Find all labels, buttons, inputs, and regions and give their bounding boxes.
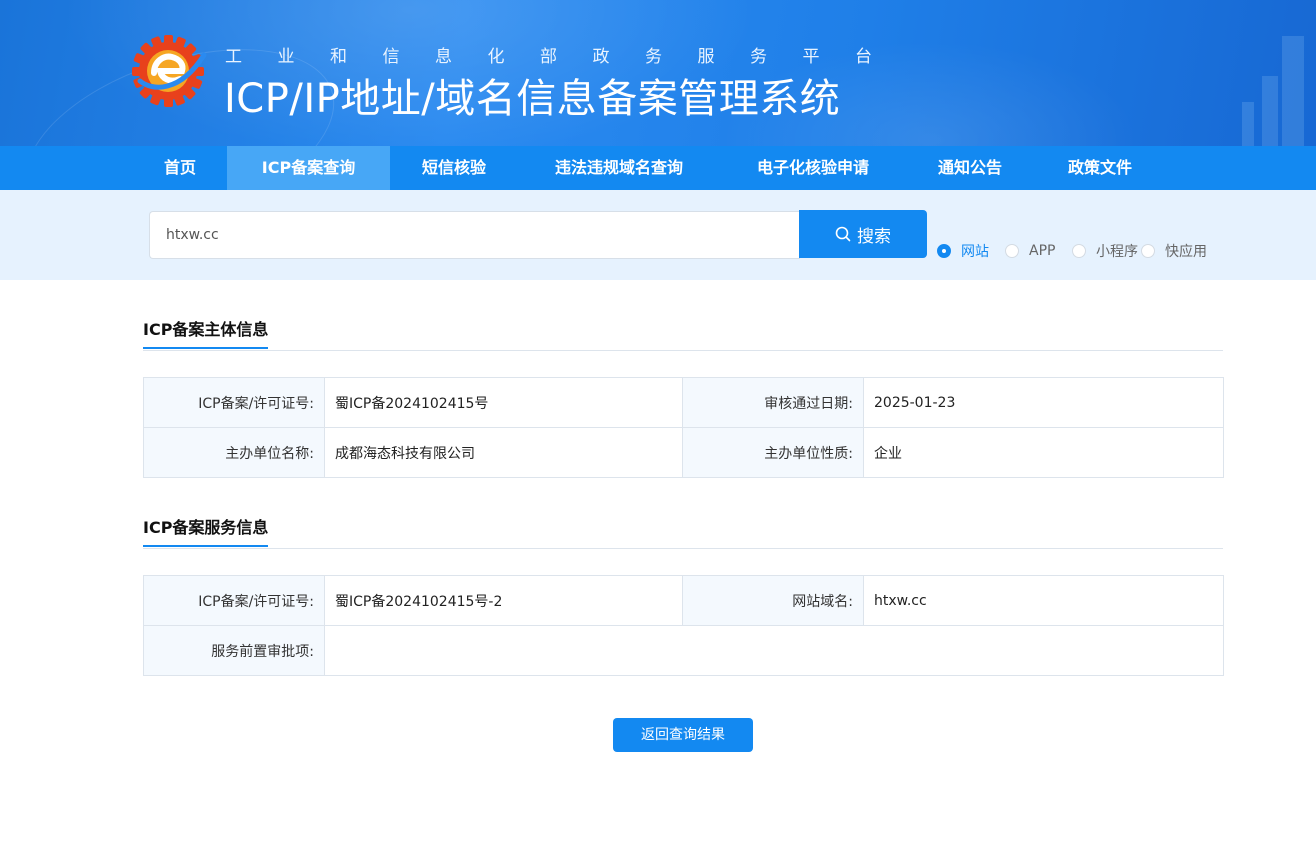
banner-building-decoration xyxy=(1242,102,1254,146)
subject-info-title: ICP备案主体信息 xyxy=(143,316,269,349)
service-info-table: ICP备案/许可证号: 蜀ICP备2024102415号-2 网站域名: htx… xyxy=(143,575,1224,676)
nav-item-sms-verify[interactable]: 短信核验 xyxy=(390,146,518,190)
organizer-nature-value: 企业 xyxy=(863,427,1224,478)
nav-item-e-verify-apply[interactable]: 电子化核验申请 xyxy=(720,146,906,190)
table-row: 主办单位名称: 成都海态科技有限公司 主办单位性质: 企业 xyxy=(143,427,1224,478)
organizer-name-label: 主办单位名称: xyxy=(143,427,325,478)
subject-info-table: ICP备案/许可证号: 蜀ICP备2024102415号 审核通过日期: 202… xyxy=(143,377,1224,478)
section-divider xyxy=(143,350,1223,351)
table-row: ICP备案/许可证号: 蜀ICP备2024102415号-2 网站域名: htx… xyxy=(143,575,1224,626)
pre-approval-label: 服务前置审批项: xyxy=(143,625,325,676)
back-to-results-button[interactable]: 返回查询结果 xyxy=(613,718,753,752)
website-domain-value: htxw.cc xyxy=(863,575,1224,626)
header-banner: 工业和信息化部政务服务平台 ICP/IP地址/域名信息备案管理系统 xyxy=(0,0,1316,146)
table-row: 服务前置审批项: xyxy=(143,625,1224,676)
gear-e-logo-icon xyxy=(132,35,207,107)
nav-item-notices[interactable]: 通知公告 xyxy=(906,146,1034,190)
radio-dot xyxy=(937,244,951,258)
search-icon xyxy=(835,226,851,242)
platform-subtitle: 工业和信息化部政务服务平台 xyxy=(225,47,908,67)
nav-item-home[interactable]: 首页 xyxy=(133,146,227,190)
nav-item-icp-query[interactable]: ICP备案查询 xyxy=(227,146,390,190)
system-title: ICP/IP地址/域名信息备案管理系统 xyxy=(224,76,841,122)
table-row: ICP备案/许可证号: 蜀ICP备2024102415号 审核通过日期: 202… xyxy=(143,377,1224,428)
radio-dot xyxy=(1141,244,1155,258)
service-license-value: 蜀ICP备2024102415号-2 xyxy=(324,575,683,626)
approval-date-label: 审核通过日期: xyxy=(682,377,864,428)
radio-dot xyxy=(1072,244,1086,258)
radio-label: 快应用 xyxy=(1165,244,1207,260)
license-value: 蜀ICP备2024102415号 xyxy=(324,377,683,428)
radio-quick-app[interactable]: 快应用 xyxy=(1141,242,1207,260)
website-domain-label: 网站域名: xyxy=(682,575,864,626)
radio-dot xyxy=(1005,244,1019,258)
search-button[interactable]: 搜索 xyxy=(799,210,927,258)
radio-mini-program[interactable]: 小程序 xyxy=(1072,242,1138,260)
radio-app[interactable]: APP xyxy=(1005,242,1055,260)
nav-item-illegal-domain-query[interactable]: 违法违规域名查询 xyxy=(518,146,720,190)
organizer-nature-label: 主办单位性质: xyxy=(682,427,864,478)
radio-label: 小程序 xyxy=(1096,244,1138,260)
banner-building-decoration xyxy=(1282,36,1304,146)
pre-approval-value xyxy=(324,625,1224,676)
service-info-title: ICP备案服务信息 xyxy=(143,514,269,547)
radio-website[interactable]: 网站 xyxy=(937,242,989,260)
section-divider xyxy=(143,548,1223,549)
approval-date-value: 2025-01-23 xyxy=(863,377,1224,428)
radio-label: APP xyxy=(1029,243,1056,259)
banner-building-decoration xyxy=(1262,76,1278,146)
radio-label: 网站 xyxy=(961,244,989,260)
search-button-label: 搜索 xyxy=(857,226,891,247)
license-label: ICP备案/许可证号: xyxy=(143,377,325,428)
service-license-label: ICP备案/许可证号: xyxy=(143,575,325,626)
organizer-name-value: 成都海态科技有限公司 xyxy=(324,427,683,478)
search-input[interactable] xyxy=(149,211,800,259)
main-nav: 首页 ICP备案查询 短信核验 违法违规域名查询 电子化核验申请 通知公告 政策… xyxy=(0,146,1316,190)
nav-item-policies[interactable]: 政策文件 xyxy=(1034,146,1166,190)
